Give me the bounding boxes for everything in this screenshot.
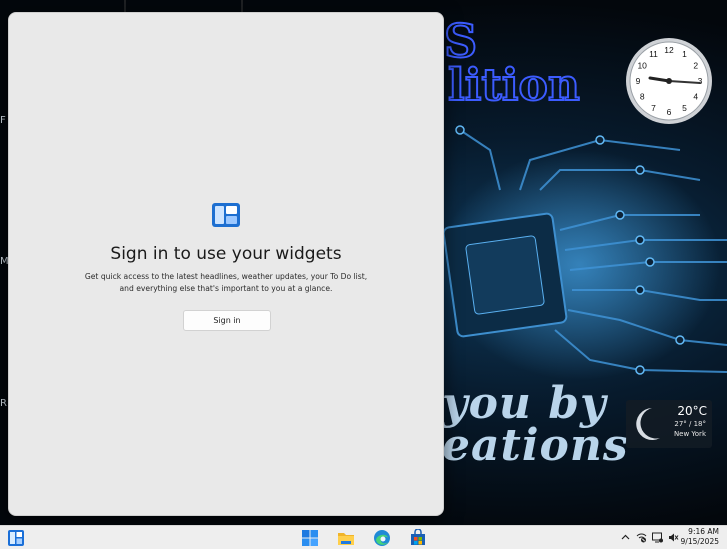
taskbar: 9:16 AM 9/15/2025 [0, 525, 727, 549]
crescent-moon-icon [636, 408, 660, 440]
clock-numeral: 5 [682, 103, 687, 113]
start-icon[interactable] [301, 529, 319, 547]
clock-numeral: 8 [640, 92, 645, 102]
clock-numeral: 2 [693, 61, 698, 71]
clock-numeral: 1 [682, 49, 687, 59]
clock-numeral: 12 [664, 45, 674, 55]
display-icon[interactable] [652, 532, 663, 543]
wallpaper-script-line2: eations [442, 420, 629, 471]
volume-mute-icon[interactable] [668, 532, 679, 543]
widgets-icon [212, 203, 240, 227]
clock-numeral: 4 [693, 92, 698, 102]
tray-time: 9:16 AM [688, 527, 719, 536]
clock-numeral: 6 [667, 107, 672, 117]
panel-title: Sign in to use your widgets [110, 244, 342, 264]
panel-description: Get quick access to the latest headlines… [84, 272, 368, 293]
sign-in-button[interactable]: Sign in [183, 310, 271, 331]
tray-date: 9/15/2025 [680, 537, 719, 546]
weather-gadget[interactable]: 20°C 27° / 18° New York [626, 400, 712, 448]
widgets-icon[interactable] [7, 529, 25, 547]
clock-numeral: 10 [637, 61, 647, 71]
wallpaper-subtitle-fragment: lition [447, 59, 581, 112]
desktop-edge-letter: R [0, 398, 7, 409]
store-icon[interactable] [409, 529, 427, 547]
tray-clock[interactable]: 9:16 AM 9/15/2025 [681, 527, 719, 547]
clock-numeral: 7 [651, 103, 656, 113]
weather-city: New York [673, 430, 706, 438]
chevron-up-icon[interactable] [620, 532, 631, 543]
weather-temperature: 20°C [677, 404, 707, 418]
clock-numeral: 11 [649, 49, 658, 59]
clock-gadget[interactable]: 12 1 2 3 4 5 6 7 8 9 10 11 [624, 36, 714, 126]
network-off-icon[interactable] [636, 532, 647, 543]
clock-numeral: 9 [636, 76, 641, 86]
desktop-edge-letter: F [0, 115, 6, 126]
widgets-panel: Sign in to use your widgets Get quick ac… [8, 12, 444, 516]
file-explorer-icon[interactable] [337, 529, 355, 547]
weather-range: 27° / 18° [674, 420, 706, 428]
clock-numeral: 3 [698, 76, 703, 86]
edge-icon[interactable] [373, 529, 391, 547]
